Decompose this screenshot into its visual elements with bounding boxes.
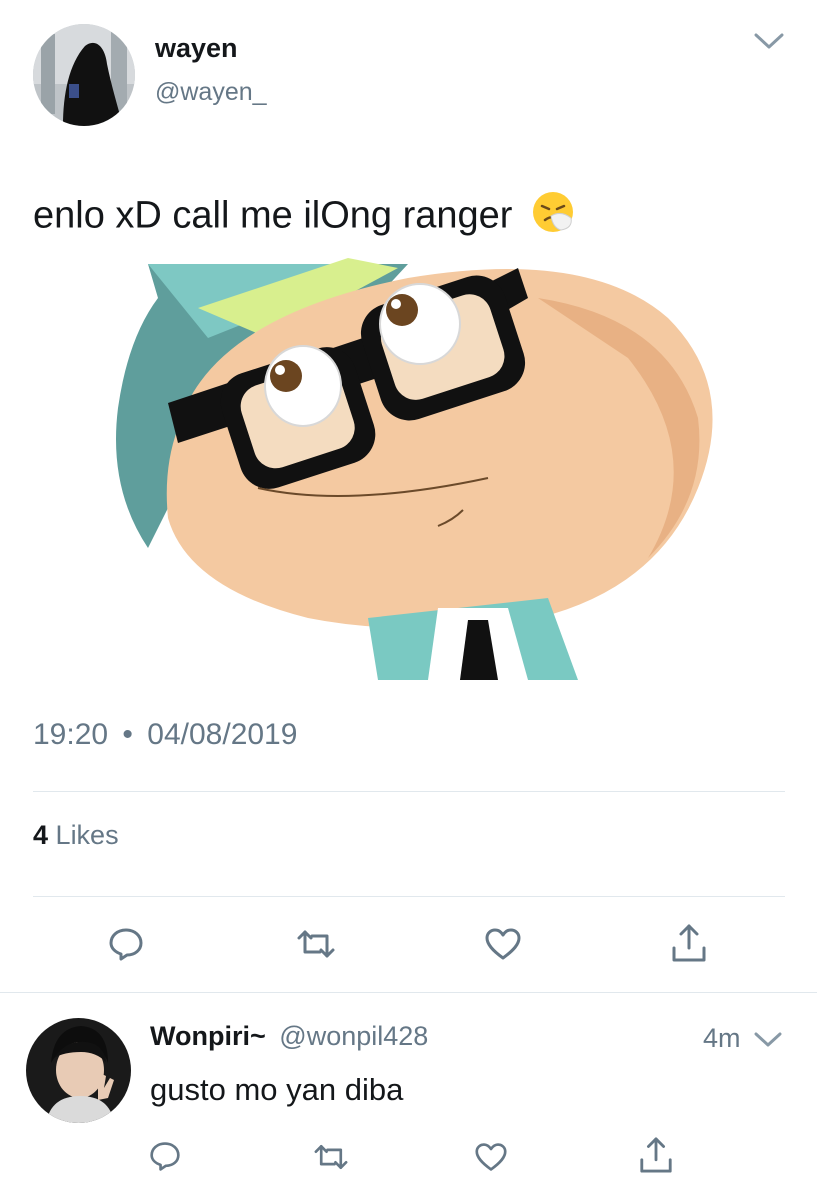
tweet-text: enlo xD call me ilOng ranger bbox=[33, 194, 513, 237]
like-icon[interactable] bbox=[484, 926, 522, 962]
reply-icon[interactable] bbox=[108, 926, 144, 962]
reply-author-name[interactable]: Wonpiri~ bbox=[150, 1021, 266, 1051]
likes-label: Likes bbox=[55, 820, 119, 850]
like-icon[interactable] bbox=[474, 1141, 508, 1173]
author-handle[interactable]: @wayen_ bbox=[155, 78, 267, 107]
reply-author-avatar[interactable] bbox=[26, 1018, 131, 1123]
reply-text: gusto mo yan diba bbox=[150, 1072, 404, 1107]
tweet-time: 19:20 bbox=[33, 718, 109, 751]
sneezing-face-emoji bbox=[531, 190, 575, 245]
timestamp-separator: • bbox=[122, 718, 133, 751]
author-avatar[interactable] bbox=[33, 24, 135, 126]
share-icon[interactable] bbox=[638, 1135, 674, 1175]
chevron-down-icon[interactable] bbox=[752, 1030, 784, 1050]
divider bbox=[33, 791, 785, 792]
tweet-date: 04/08/2019 bbox=[147, 718, 298, 751]
retweet-icon[interactable] bbox=[296, 926, 336, 962]
divider bbox=[33, 896, 785, 897]
share-icon[interactable] bbox=[670, 922, 708, 964]
author-name[interactable]: wayen bbox=[155, 33, 238, 64]
tweet-timestamp: 19:20 • 04/08/2019 bbox=[33, 718, 297, 752]
likes-count: 4 bbox=[33, 820, 49, 850]
reply-header: Wonpiri~ @wonpil428 bbox=[150, 1021, 428, 1052]
retweet-icon[interactable] bbox=[313, 1141, 349, 1173]
reply-author-handle[interactable]: @wonpil428 bbox=[279, 1021, 428, 1051]
section-divider bbox=[0, 992, 817, 993]
tweet-image[interactable] bbox=[108, 258, 721, 680]
likes-stat[interactable]: 4 Likes bbox=[33, 820, 119, 851]
reply-time: 4m bbox=[703, 1023, 741, 1053]
tweet-text-row: enlo xD call me ilOng ranger bbox=[33, 190, 575, 245]
chevron-down-icon[interactable] bbox=[752, 30, 786, 52]
reply-icon[interactable] bbox=[149, 1140, 181, 1172]
